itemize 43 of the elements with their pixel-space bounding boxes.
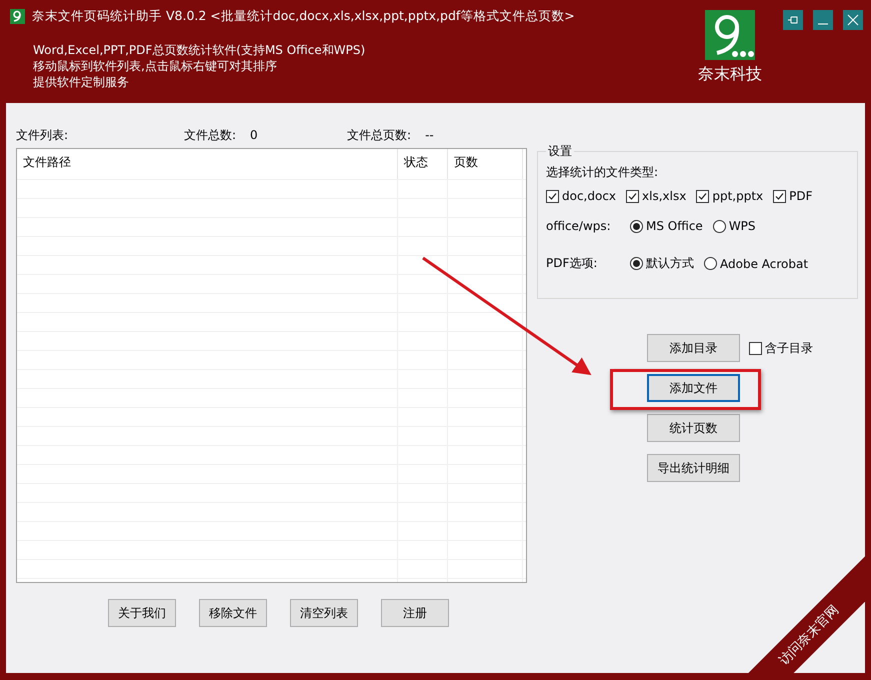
pdf-options-label: PDF选项: bbox=[546, 255, 598, 272]
minimize-icon bbox=[817, 23, 829, 25]
office-label: office/wps: bbox=[546, 219, 612, 233]
close-icon bbox=[847, 14, 859, 26]
pdf-radio[interactable]: Adobe Acrobat bbox=[704, 256, 808, 270]
action-button[interactable]: 导出统计明细 bbox=[647, 454, 740, 482]
office-radio[interactable]: MS Office bbox=[630, 219, 703, 233]
file-type-checkbox[interactable]: PDF bbox=[773, 189, 813, 203]
action-button[interactable]: 清空列表 bbox=[290, 599, 358, 627]
settings-title: 设置 bbox=[547, 143, 573, 160]
action-button[interactable]: 添加目录 bbox=[647, 334, 740, 362]
info-text: 移动鼠标到软件列表,点击鼠标右键可对其排序 bbox=[33, 58, 278, 74]
info-text: 提供软件定制服务 bbox=[33, 74, 130, 90]
office-radio[interactable]: WPS bbox=[712, 219, 756, 233]
column-header[interactable]: 状态 bbox=[398, 149, 448, 179]
action-button[interactable]: 移除文件 bbox=[199, 599, 267, 627]
company-name: 奈末科技 bbox=[698, 64, 762, 85]
pdf-radio[interactable]: 默认方式 bbox=[630, 255, 694, 272]
column-header[interactable]: 文件路径 bbox=[17, 149, 398, 179]
file-type-checkbox[interactable]: xls,xlsx bbox=[626, 189, 686, 203]
file-list-label: 文件列表: bbox=[16, 126, 70, 144]
action-button[interactable]: 注册 bbox=[381, 599, 449, 627]
file-type-checkbox[interactable]: doc,docx bbox=[546, 189, 616, 203]
app-logo-icon bbox=[10, 9, 25, 24]
file-count-value: 0 bbox=[250, 128, 259, 142]
action-button[interactable]: 统计页数 bbox=[647, 414, 740, 442]
pin-button[interactable] bbox=[783, 10, 803, 30]
action-button[interactable]: 添加文件 bbox=[647, 374, 740, 402]
company-logo-icon bbox=[705, 10, 755, 60]
info-text: Word,Excel,PPT,PDF总页数统计软件(支持MS Office和WPS) bbox=[33, 42, 366, 58]
subdirs-checkbox[interactable]: 含子目录 bbox=[749, 340, 813, 356]
file-table[interactable]: 文件路径 状态 页数 bbox=[16, 148, 527, 583]
close-button[interactable] bbox=[843, 10, 863, 30]
file-type-checkbox[interactable]: ppt,pptx bbox=[696, 189, 764, 203]
column-header[interactable]: 页数 bbox=[448, 149, 523, 179]
file-count-label: 文件总数: bbox=[184, 126, 236, 144]
window-title: 奈末文件页码统计助手 V8.0.2 <批量统计doc,docx,xls,xlsx,ppt,pptx,pdf等格式文件总页数> bbox=[32, 8, 575, 25]
total-pages-label: 文件总页数: bbox=[347, 126, 412, 144]
minimize-button[interactable] bbox=[813, 10, 833, 30]
action-button[interactable]: 关于我们 bbox=[108, 599, 176, 627]
total-pages-value: -- bbox=[425, 128, 434, 142]
pin-icon bbox=[787, 15, 799, 25]
file-types-label: 选择统计的文件类型: bbox=[546, 164, 660, 181]
